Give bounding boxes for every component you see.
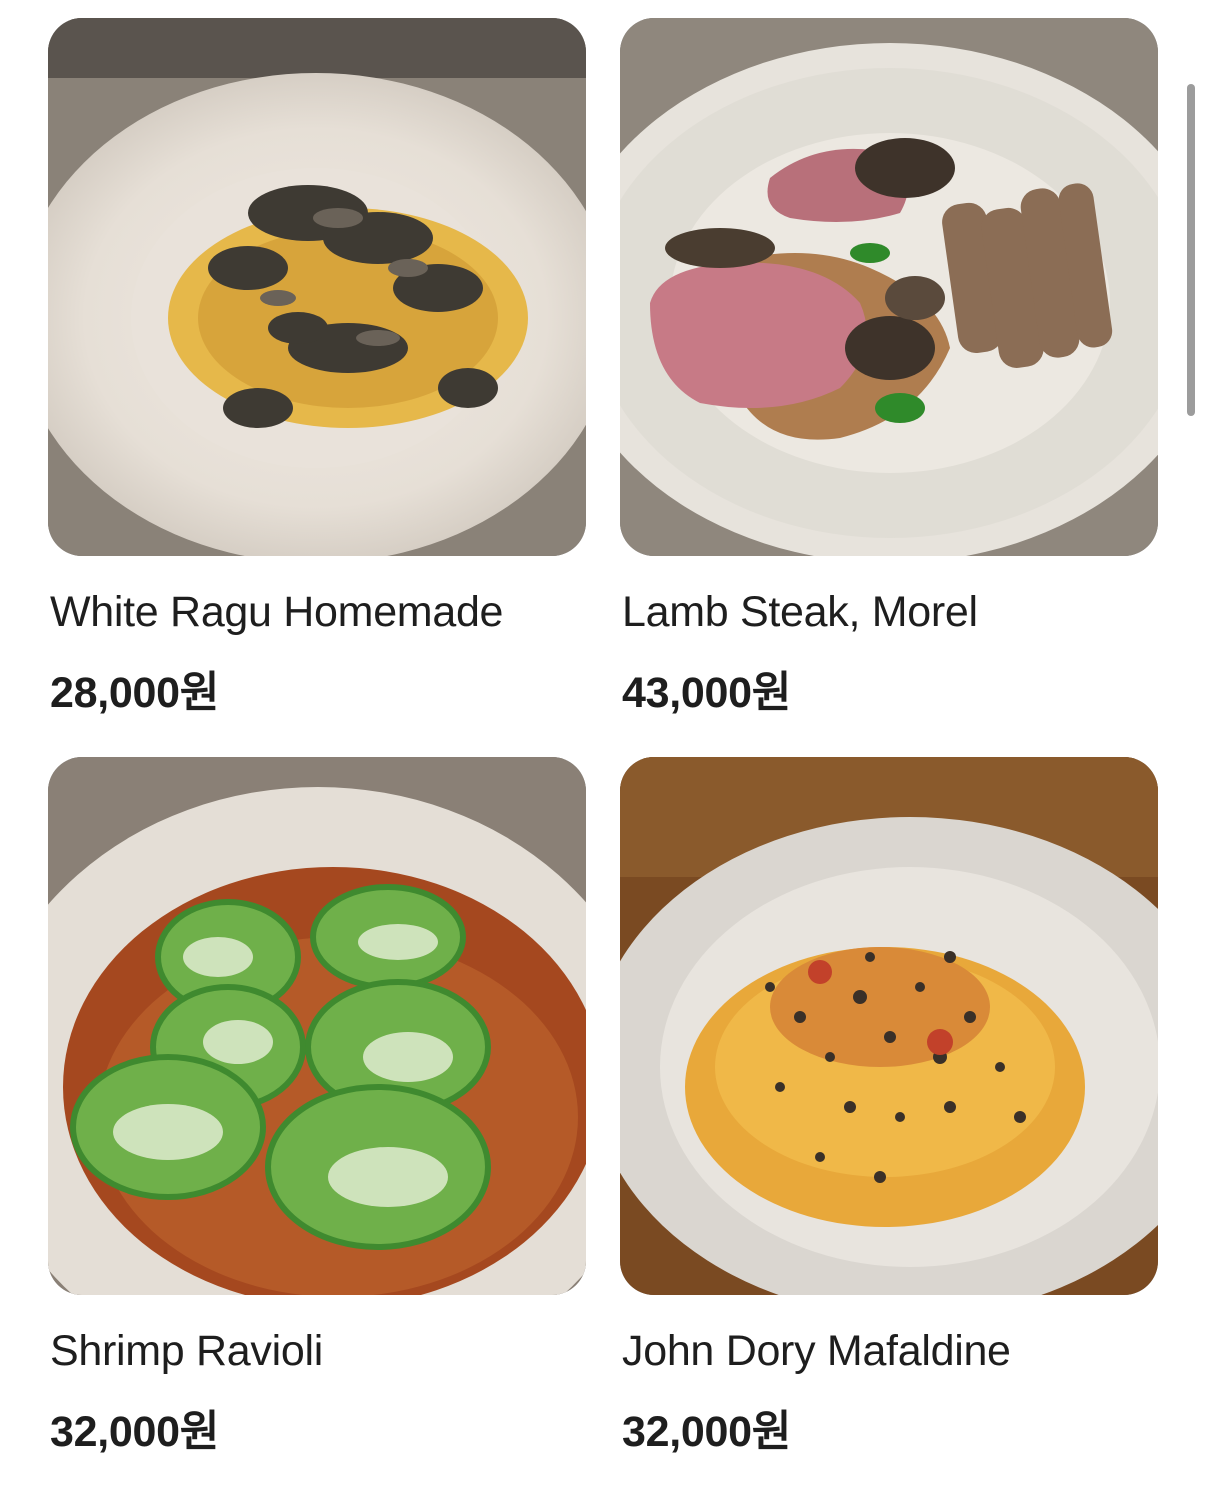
green-ravioli-photo[interactable] xyxy=(48,757,586,1295)
menu-item-name: White Ragu Homemade xyxy=(50,588,504,636)
menu-item-price: 32,000원 xyxy=(622,1408,791,1456)
truffle-pasta-photo[interactable] xyxy=(48,18,586,556)
menu-item-card[interactable]: Shrimp Ravioli 32,000원 xyxy=(48,757,586,1456)
menu-item-price: 43,000원 xyxy=(622,669,791,717)
menu-item-card[interactable]: White Ragu Homemade 28,000원 xyxy=(48,18,586,717)
vertical-scrollbar[interactable] xyxy=(1187,84,1195,416)
menu-item-name: John Dory Mafaldine xyxy=(622,1327,1011,1375)
menu-item-card[interactable]: Lamb Steak, Morel 43,000원 xyxy=(620,18,1158,717)
menu-item-price: 32,000원 xyxy=(50,1408,219,1456)
menu-item-name: Shrimp Ravioli xyxy=(50,1327,323,1375)
menu-item-price: 28,000원 xyxy=(50,669,219,717)
mafaldine-pasta-photo[interactable] xyxy=(620,757,1158,1295)
menu-item-name: Lamb Steak, Morel xyxy=(622,588,978,636)
lamb-steak-photo[interactable] xyxy=(620,18,1158,556)
menu-item-card[interactable]: John Dory Mafaldine 32,000원 xyxy=(620,757,1158,1456)
